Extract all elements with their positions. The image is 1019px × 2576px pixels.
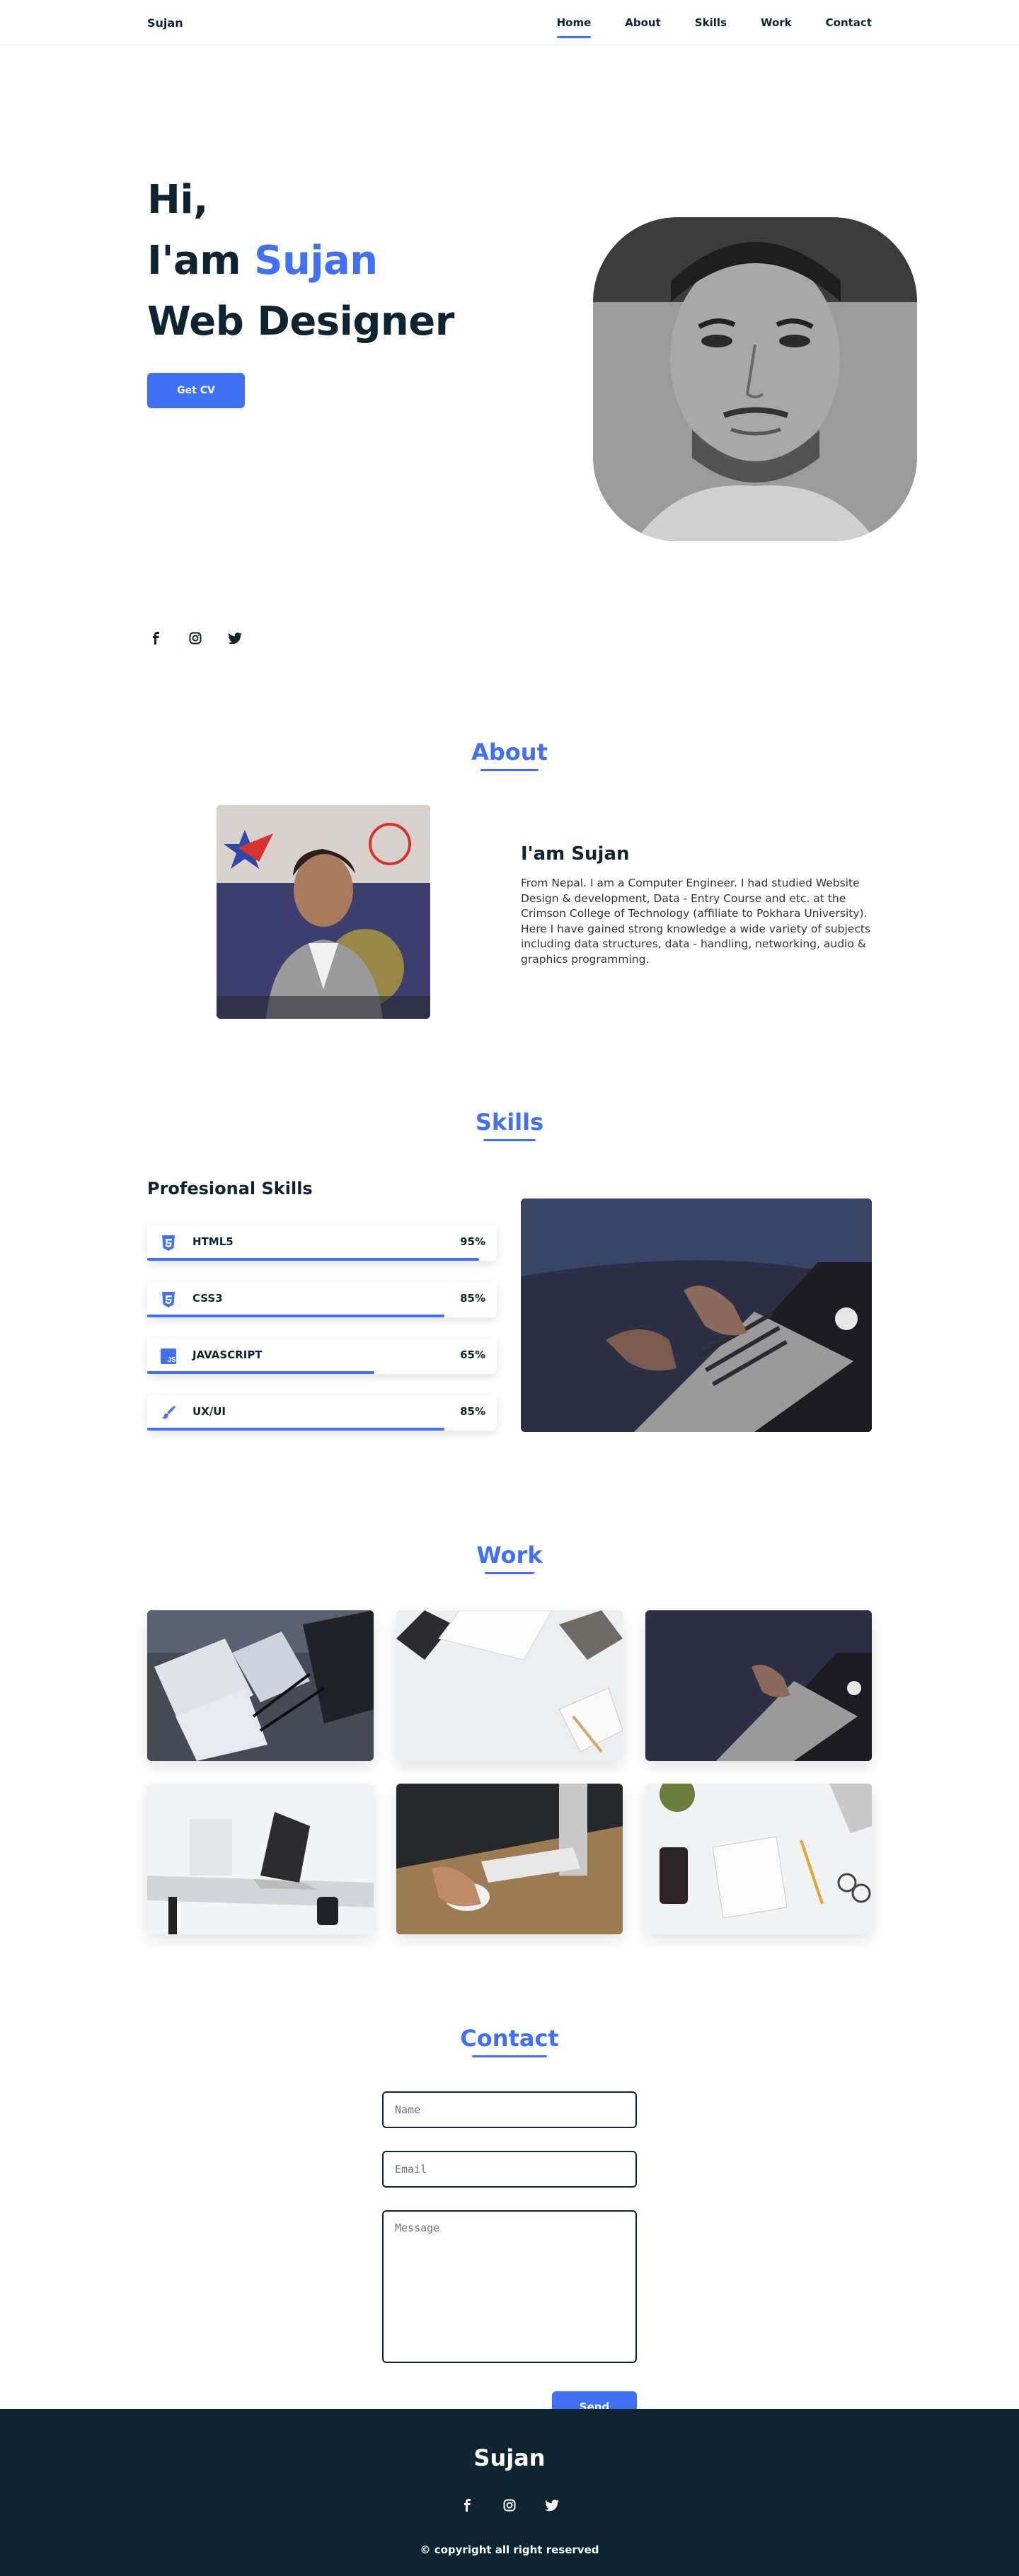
contact-title-text: Contact (460, 2025, 559, 2057)
skills-subtitle: Profesional Skills (147, 1179, 313, 1199)
about-description: From Nepal. I am a Computer Engineer. I … (521, 877, 871, 966)
about-title: About (147, 739, 872, 771)
about-photo (217, 805, 430, 1019)
nav-work[interactable]: Work (761, 0, 792, 45)
nav-contact[interactable]: Contact (826, 0, 872, 45)
hero-portrait-illustration (593, 217, 917, 541)
skill-name: HTML5 (192, 1235, 234, 1248)
html5-icon (160, 1235, 177, 1252)
skill-percent: 65% (460, 1348, 485, 1361)
skill-name: UX/UI (192, 1405, 226, 1418)
message-field[interactable] (382, 2210, 637, 2363)
skill-uxui: UX/UI 85% (147, 1395, 497, 1431)
hero-greeting: Hi, (147, 177, 208, 223)
work-title: Work (147, 1542, 872, 1574)
hero-intro-prefix: I'am (147, 238, 255, 284)
facebook-icon[interactable] (147, 630, 164, 647)
skill-css3: CSS3 85% (147, 1282, 497, 1317)
hero-heading: Hi, I'am Sujan Web Designer (147, 170, 454, 352)
skills-title-text: Skills (476, 1109, 543, 1141)
skill-javascript: JS JAVASCRIPT 65% (147, 1339, 497, 1374)
skill-progress-bar (147, 1258, 480, 1261)
skill-html5: HTML5 95% (147, 1225, 497, 1261)
work-item[interactable] (396, 1610, 623, 1761)
skill-progress-bar (147, 1315, 444, 1317)
copyright-text: © copyright all right reserved (420, 2543, 599, 2556)
skill-percent: 85% (460, 1405, 485, 1418)
nav-skills[interactable]: Skills (695, 0, 727, 45)
work-item[interactable] (645, 1784, 872, 1934)
work-mouse-image (396, 1784, 623, 1934)
skill-percent: 95% (460, 1235, 485, 1248)
svg-text:JS: JS (168, 1356, 177, 1364)
nav-home[interactable]: Home (556, 0, 591, 45)
about-name: I'am Sujan (521, 843, 630, 865)
skill-name: CSS3 (192, 1292, 223, 1305)
work-sketches-image (147, 1610, 374, 1761)
about-title-text: About (471, 739, 548, 771)
contact-title: Contact (147, 2025, 872, 2057)
hero-name: Sujan (254, 238, 378, 284)
site-header: Sujan Home About Skills Work Contact (0, 0, 1019, 45)
css3-icon (160, 1291, 177, 1308)
work-title-text: Work (476, 1542, 543, 1574)
footer-title: Sujan (473, 2444, 546, 2471)
hero-social-links (147, 630, 243, 647)
javascript-icon: JS (160, 1348, 177, 1365)
work-laptop-image (645, 1610, 872, 1761)
footer-social-links (0, 2497, 1019, 2514)
skill-progress-bar (147, 1371, 375, 1374)
page-content: Hi, I'am Sujan Web Designer Get CV About… (147, 45, 917, 2422)
nav-about[interactable]: About (625, 0, 661, 45)
work-notebook-image (645, 1784, 872, 1934)
work-item[interactable] (147, 1784, 374, 1934)
work-desk-image (147, 1784, 374, 1934)
skills-title: Skills (147, 1109, 872, 1141)
instagram-icon[interactable] (187, 630, 204, 647)
work-keyboard-image (396, 1610, 623, 1761)
hero-intro: I'am Sujan (147, 231, 454, 291)
work-item[interactable] (645, 1610, 872, 1761)
twitter-icon[interactable] (543, 2497, 560, 2514)
get-cv-button[interactable]: Get CV (147, 373, 245, 408)
hero-portrait (593, 217, 917, 541)
skill-progress-bar (147, 1428, 444, 1431)
laptop-illustration (521, 1199, 872, 1432)
main-nav: Home About Skills Work Contact (523, 0, 872, 45)
about-photo-illustration (217, 805, 430, 1019)
work-item[interactable] (396, 1784, 623, 1934)
site-logo[interactable]: Sujan (147, 16, 183, 30)
skills-laptop-photo (521, 1199, 872, 1432)
facebook-icon[interactable] (459, 2497, 476, 2514)
email-field[interactable] (382, 2151, 637, 2188)
brush-icon (160, 1404, 177, 1421)
skill-percent: 85% (460, 1292, 485, 1305)
name-field[interactable] (382, 2091, 637, 2128)
hero-role: Web Designer (147, 299, 454, 345)
site-footer: Sujan © copyright all right reserved (0, 2409, 1019, 2576)
instagram-icon[interactable] (501, 2497, 518, 2514)
skill-name: JAVASCRIPT (192, 1348, 263, 1361)
twitter-icon[interactable] (226, 630, 243, 647)
work-item[interactable] (147, 1610, 374, 1761)
